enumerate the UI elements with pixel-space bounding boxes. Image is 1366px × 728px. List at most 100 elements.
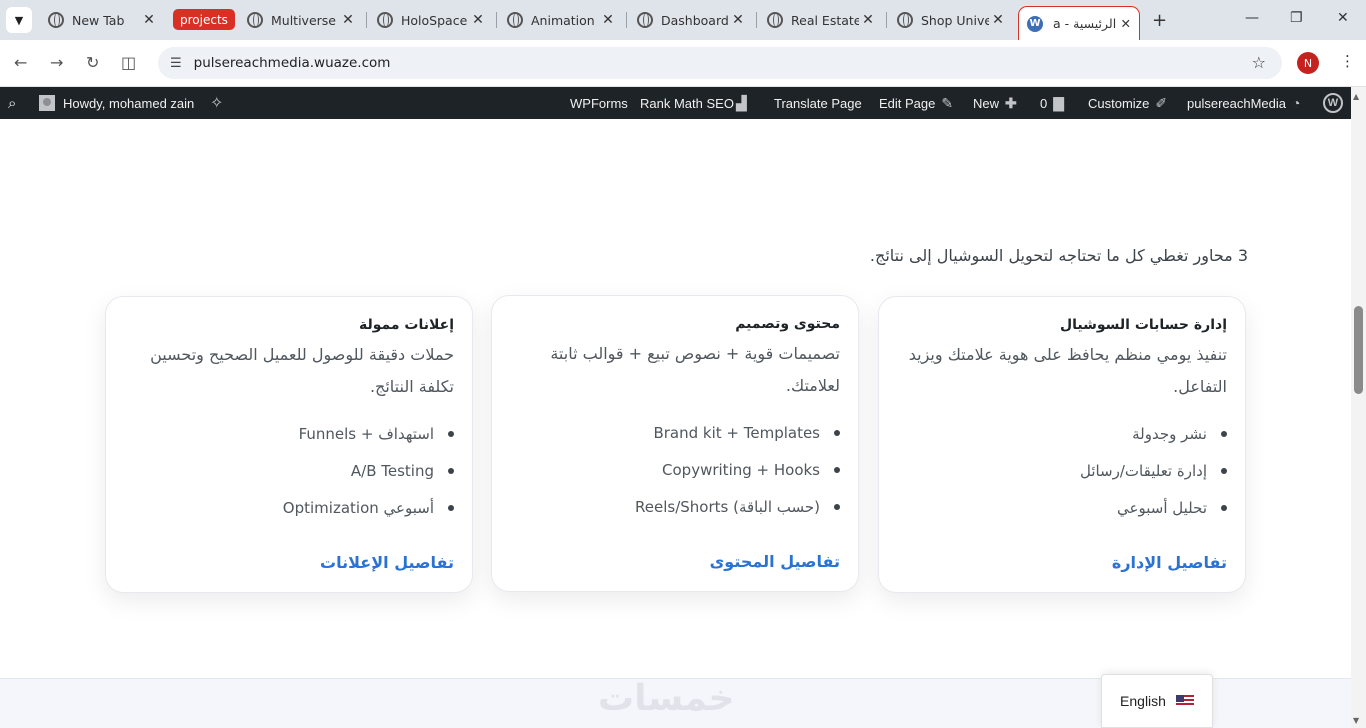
browser-menu-icon[interactable]: ⋮	[1340, 52, 1355, 70]
address-bar[interactable]: ☰ pulsereachmedia.wuaze.com	[158, 47, 1282, 79]
tab-separator	[886, 12, 887, 28]
admin-rankmath[interactable]: Rank Math SEO ▟	[640, 87, 747, 119]
management-details-link[interactable]: تفاصيل الإدارة	[1112, 553, 1227, 572]
list-item: استهداف + Funnels	[124, 415, 454, 452]
close-icon[interactable]: ✕	[989, 12, 1007, 28]
admin-account-menu[interactable]: Howdy, mohamed zain	[39, 87, 194, 119]
chrome-icon	[48, 12, 64, 28]
globe-icon	[637, 12, 653, 28]
ads-details-link[interactable]: تفاصيل الإعلانات	[320, 553, 454, 572]
bullet-icon	[1221, 430, 1227, 437]
close-icon[interactable]: ✕	[339, 12, 357, 28]
tab-new-tab[interactable]: New Tab ✕	[48, 8, 158, 32]
admin-search-button[interactable]: ⌕	[8, 87, 16, 119]
admin-customize[interactable]: Customize ✐	[1088, 87, 1167, 119]
reload-icon[interactable]: ↻	[86, 53, 99, 72]
tab-holospace[interactable]: HoloSpace ✕	[377, 8, 487, 32]
admin-edit-page[interactable]: Edit Page ✎	[879, 87, 953, 119]
tab-shop-universe[interactable]: Shop Unive ✕	[897, 8, 1007, 32]
comments-count: 0	[1040, 95, 1048, 111]
content-details-link[interactable]: تفاصيل المحتوى	[710, 552, 840, 571]
tab-active-home[interactable]: W الرئيسية - a ✕	[1018, 6, 1140, 40]
ai-sparkle-button[interactable]: ✧	[210, 87, 223, 119]
window-close-icon[interactable]: ✕	[1337, 10, 1349, 26]
card-title: إدارة حسابات السوشيال	[1060, 317, 1227, 333]
wordpress-icon: W	[1027, 15, 1043, 32]
new-tab-button[interactable]: +	[1152, 10, 1167, 31]
bullet-icon	[834, 503, 840, 510]
bullet-icon	[834, 466, 840, 473]
bullet-icon	[1221, 504, 1227, 511]
card-description: تنفيذ يومي منظم يحافظ على هوية علامتك وي…	[908, 345, 1227, 396]
language-switcher[interactable]: English	[1101, 674, 1213, 728]
pencil-icon: ✎	[941, 94, 954, 111]
user-avatar	[39, 95, 55, 111]
list-item: تحليل أسبوعي	[897, 489, 1227, 526]
language-label: English	[1120, 693, 1166, 709]
bookmark-star-icon[interactable]: ☆	[1252, 53, 1266, 72]
card-feature-list: نشر وجدولة إدارة تعليقات/رسائل تحليل أسب…	[897, 415, 1227, 526]
wp-admin-bar: ⌕ Howdy, mohamed zain ✧ WPForms Rank Mat…	[0, 87, 1351, 119]
close-icon[interactable]: ✕	[599, 12, 617, 28]
card-description: تصميمات قوية + نصوص تبيع + قوالب ثابتة ل…	[550, 344, 840, 395]
admin-site-name[interactable]: pulsereachMedia ◔	[1187, 87, 1300, 119]
section-intro: 3 محاور تغطي كل ما تحتاجه لتحويل السوشيا…	[869, 246, 1248, 265]
tab-group-projects[interactable]: projects	[173, 9, 235, 30]
split-view-icon[interactable]: ◫	[121, 53, 136, 72]
tab-real-estate[interactable]: Real Estate ✕	[767, 8, 877, 32]
tab-label: Shop Unive	[921, 12, 989, 28]
chevron-down-icon: ▼	[14, 13, 24, 27]
service-card-content: محتوى وتصميم تصميمات قوية + نصوص تبيع + …	[491, 295, 859, 592]
tab-dashboard[interactable]: Dashboard ✕	[637, 8, 747, 32]
admin-wp-logo[interactable]: W	[1323, 87, 1343, 119]
globe-icon	[897, 12, 913, 28]
admin-wpforms[interactable]: WPForms	[570, 87, 628, 119]
profile-avatar[interactable]: N	[1297, 52, 1319, 74]
card-feature-list: استهداف + Funnels A/B Testing Optimizati…	[124, 415, 454, 526]
globe-icon	[247, 12, 263, 28]
tab-label: New Tab	[72, 12, 125, 28]
close-icon[interactable]: ✕	[1121, 16, 1131, 31]
list-item: إدارة تعليقات/رسائل	[897, 452, 1227, 489]
list-item: Optimization أسبوعي	[124, 489, 454, 526]
maximize-icon[interactable]: ❐	[1290, 10, 1303, 26]
close-icon[interactable]: ✕	[729, 12, 747, 28]
globe-icon	[507, 12, 523, 28]
tab-label: HoloSpace	[401, 12, 468, 28]
rankmath-chart-icon: ▟	[735, 94, 747, 111]
page-scrollbar[interactable]	[1351, 87, 1366, 728]
tab-label: Animation	[531, 12, 595, 28]
tab-label: الرئيسية - a	[1053, 16, 1117, 31]
tab-search-button[interactable]: ▼	[6, 7, 32, 33]
card-description: حملات دقيقة للوصول للعميل الصحيح وتحسين …	[150, 345, 454, 396]
back-arrow-icon[interactable]: ←	[14, 53, 27, 72]
card-title: إعلانات ممولة	[358, 317, 454, 333]
dashboard-gauge-icon: ◔	[1292, 95, 1301, 111]
site-settings-icon[interactable]: ☰	[170, 56, 182, 71]
forward-arrow-icon[interactable]: →	[50, 53, 63, 72]
close-icon[interactable]: ✕	[140, 12, 158, 28]
translate-label: Translate Page	[774, 95, 862, 111]
admin-new[interactable]: New ✚	[973, 87, 1017, 119]
list-item: Reels/Shorts (حسب الباقة)	[510, 488, 840, 525]
scroll-up-arrow-icon[interactable]: ▲	[1353, 92, 1359, 101]
close-icon[interactable]: ✕	[859, 12, 877, 28]
admin-comments[interactable]: 0 ▇	[1040, 87, 1064, 119]
bullet-icon	[448, 467, 454, 474]
card-title: محتوى وتصميم	[735, 316, 840, 332]
close-icon[interactable]: ✕	[469, 12, 487, 28]
minimize-icon[interactable]: —	[1245, 10, 1259, 26]
scrollbar-thumb[interactable]	[1354, 306, 1363, 394]
site-name-label: pulsereachMedia	[1187, 95, 1287, 111]
scroll-down-arrow-icon[interactable]: ▼	[1353, 716, 1359, 725]
tab-animation[interactable]: Animation ✕	[507, 8, 617, 32]
list-item: Copywriting + Hooks	[510, 451, 840, 488]
tab-separator	[626, 12, 627, 28]
url-text: pulsereachmedia.wuaze.com	[193, 55, 391, 71]
browser-toolbar: ← → ↻ ◫ ☰ pulsereachmedia.wuaze.com ☆	[0, 40, 1366, 87]
bullet-icon	[448, 504, 454, 511]
admin-translate-page[interactable]: Translate Page	[774, 87, 862, 119]
us-flag-icon	[1175, 695, 1194, 707]
search-icon: ⌕	[8, 94, 17, 112]
tab-multiverse[interactable]: Multiverse ✕	[247, 8, 357, 32]
